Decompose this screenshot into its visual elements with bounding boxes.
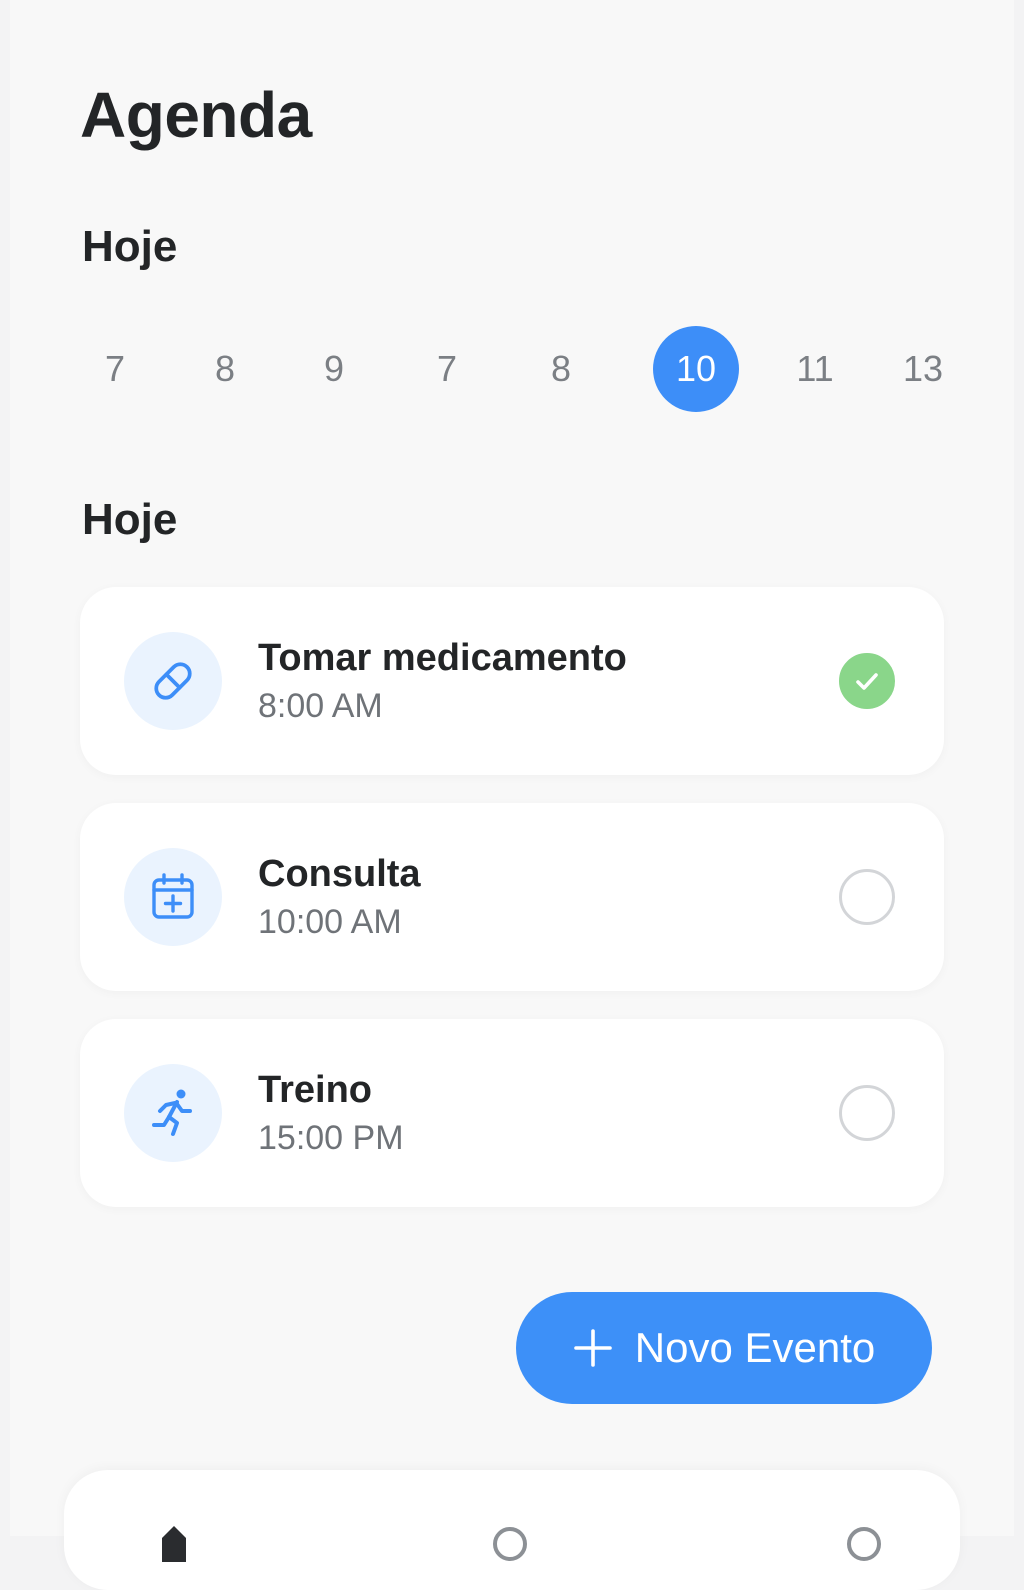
- calendar-section-title: Hoje: [82, 222, 178, 271]
- day-item[interactable]: 8: [518, 326, 604, 412]
- event-title: Consulta: [258, 853, 421, 895]
- event-card[interactable]: Tomar medicamento 8:00 AM: [80, 587, 944, 775]
- day-item[interactable]: 7: [404, 326, 490, 412]
- pending-checkbox[interactable]: [839, 1085, 895, 1141]
- event-time: 8:00 AM: [258, 687, 383, 725]
- completed-checkbox[interactable]: [839, 653, 895, 709]
- event-icon-badge: [124, 848, 222, 946]
- event-icon-badge: [124, 1064, 222, 1162]
- profile-icon[interactable]: [844, 1522, 884, 1562]
- new-event-label: Novo Evento: [634, 1324, 876, 1371]
- pending-checkbox[interactable]: [839, 869, 895, 925]
- home-icon[interactable]: [154, 1522, 194, 1562]
- event-card[interactable]: Treino 15:00 PM: [80, 1019, 944, 1207]
- day-item[interactable]: 9: [291, 326, 377, 412]
- date-strip: 7 8 9 7 8 10 11 13: [70, 326, 970, 412]
- check-icon: [856, 673, 878, 690]
- event-time: 10:00 AM: [258, 903, 402, 941]
- bottom-nav: [64, 1470, 960, 1590]
- running-icon: [152, 1089, 192, 1136]
- day-item-selected[interactable]: 10: [653, 326, 739, 412]
- day-item[interactable]: 7: [72, 326, 158, 412]
- events-section-title: Hoje: [82, 495, 178, 544]
- page-title: Agenda: [80, 79, 312, 151]
- day-item[interactable]: 11: [772, 326, 858, 412]
- app-screen: Agenda Hoje 7 8 9 7 8 10 11 13 Hoje Toma…: [10, 0, 1014, 1590]
- calendar-plus-icon: [152, 873, 194, 919]
- plus-icon: [573, 1328, 613, 1368]
- pill-icon: [154, 662, 192, 700]
- day-item[interactable]: 13: [880, 326, 966, 412]
- event-title: Tomar medicamento: [258, 637, 627, 679]
- new-event-button[interactable]: Novo Evento: [516, 1292, 932, 1404]
- event-title: Treino: [258, 1069, 373, 1111]
- event-time: 15:00 PM: [258, 1119, 404, 1157]
- day-item[interactable]: 8: [182, 326, 268, 412]
- event-card[interactable]: Consulta 10:00 AM: [80, 803, 944, 991]
- event-icon-badge: [124, 632, 222, 730]
- clock-icon[interactable]: [490, 1522, 530, 1562]
